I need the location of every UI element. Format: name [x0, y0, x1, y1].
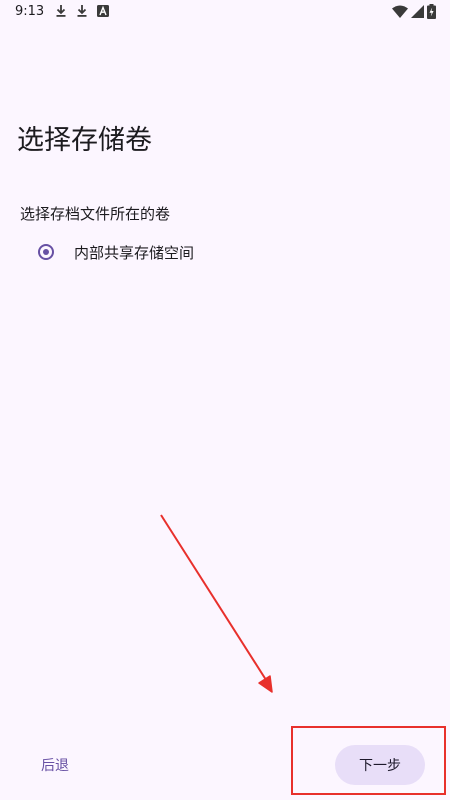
status-bar: 9:13	[0, 0, 450, 26]
radio-option-label: 内部共享存储空间	[74, 243, 195, 262]
radio-option-internal-storage[interactable]: 内部共享存储空间	[38, 239, 194, 265]
page-title: 选择存储卷	[17, 125, 152, 156]
status-time: 9:13	[15, 4, 45, 19]
section-label: 选择存档文件所在的卷	[20, 205, 171, 223]
radio-selected-icon[interactable]	[38, 244, 54, 260]
wifi-icon	[392, 5, 408, 18]
cellular-signal-icon	[411, 5, 424, 18]
back-button[interactable]: 后退	[33, 750, 77, 780]
battery-charging-icon	[427, 4, 436, 19]
notification-icons	[55, 4, 109, 18]
system-icons	[392, 4, 436, 19]
font-a-icon	[97, 5, 109, 17]
download-icon	[76, 4, 88, 18]
download-icon	[55, 4, 67, 18]
next-button[interactable]: 下一步	[335, 745, 425, 785]
